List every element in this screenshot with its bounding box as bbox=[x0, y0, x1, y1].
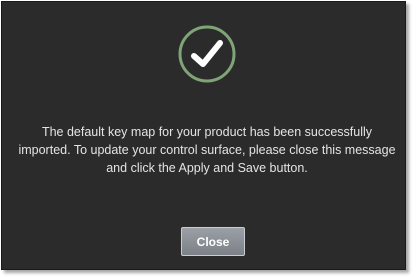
screenshot-frame: The default key map for your product has… bbox=[0, 0, 417, 277]
success-message: The default key map for your product has… bbox=[18, 125, 396, 175]
close-button-label: Close bbox=[196, 234, 230, 249]
check-circle-icon bbox=[178, 25, 236, 83]
success-dialog: The default key map for your product has… bbox=[1, 1, 406, 270]
close-button[interactable]: Close bbox=[181, 227, 245, 256]
